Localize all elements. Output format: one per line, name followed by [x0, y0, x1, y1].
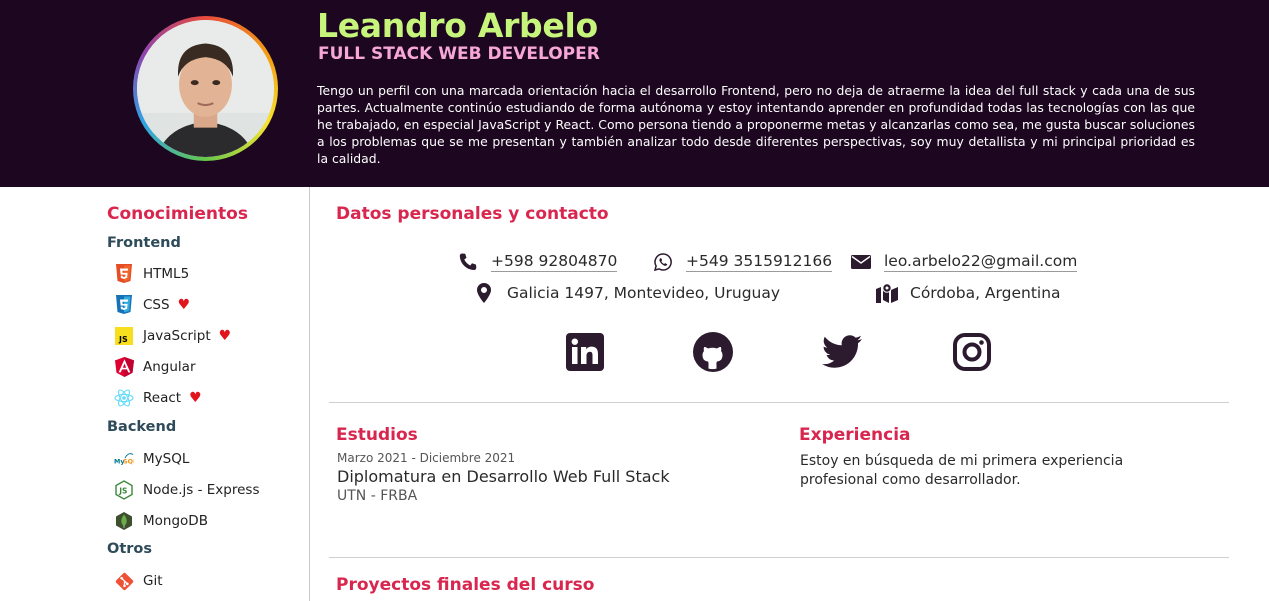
city-contact: Córdoba, Argentina: [876, 282, 1061, 304]
skill-label: React: [143, 390, 182, 406]
skill-react: React ♥: [114, 388, 202, 408]
studies-institution: UTN - FRBA: [337, 488, 418, 504]
skill-mongodb: MongoDB: [114, 511, 208, 531]
skill-label: CSS: [143, 297, 170, 313]
address-text: Galicia 1497, Montevideo, Uruguay: [507, 284, 781, 302]
svg-text:JS: JS: [118, 487, 127, 496]
heart-icon: ♥: [177, 297, 191, 313]
category-frontend: Frontend: [107, 235, 181, 251]
skill-label: HTML5: [143, 266, 190, 282]
skill-mysql: MySQL MySQL: [114, 449, 189, 469]
mysql-icon: MySQL: [114, 449, 134, 469]
skill-html5: HTML5: [114, 264, 189, 284]
category-others: Otros: [107, 541, 153, 557]
profile-bio: Tengo un perfil con una marcada orientac…: [317, 83, 1195, 166]
skill-label: JavaScript: [143, 328, 211, 344]
whatsapp-contact[interactable]: +549 3515912166: [652, 251, 833, 273]
angular-icon: [114, 357, 134, 377]
email-contact[interactable]: leo.arbelo22@gmail.com: [850, 251, 1078, 273]
skill-javascript: JS JavaScript ♥: [114, 326, 231, 346]
whatsapp-link[interactable]: +549 3515912166: [686, 252, 833, 272]
city-text: Córdoba, Argentina: [910, 284, 1061, 302]
projects-title: Proyectos finales del curso: [336, 575, 595, 595]
section-divider: [329, 557, 1229, 558]
svg-text:SQL: SQL: [123, 459, 134, 466]
profile-role: FULL STACK WEB DEVELOPER: [318, 44, 600, 64]
studies-date: Marzo 2021 - Diciembre 2021: [337, 451, 516, 465]
skill-label: MongoDB: [143, 513, 208, 529]
whatsapp-icon: [652, 251, 674, 273]
react-icon: [114, 388, 134, 408]
skill-css: CSS ♥: [114, 295, 190, 315]
profile-header: Leandro Arbelo FULL STACK WEB DEVELOPER …: [0, 0, 1269, 187]
linkedin-link[interactable]: [565, 332, 605, 372]
instagram-link[interactable]: [952, 332, 992, 372]
avatar-ring: [133, 16, 278, 161]
map-pin-icon: [473, 282, 495, 304]
avatar-photo: [137, 20, 274, 157]
profile-name: Leandro Arbelo: [317, 6, 598, 45]
git-icon: [114, 571, 134, 591]
skill-angular: Angular: [114, 357, 196, 377]
skill-label: Node.js - Express: [143, 482, 260, 498]
phone-icon: [457, 251, 479, 273]
envelope-icon: [850, 251, 872, 273]
experience-title: Experiencia: [799, 425, 911, 445]
twitter-link[interactable]: [822, 332, 862, 372]
twitter-icon: [822, 335, 862, 368]
instagram-icon: [953, 333, 991, 371]
skill-label: Git: [143, 573, 163, 589]
map-marked-icon: [876, 282, 898, 304]
address-contact: Galicia 1497, Montevideo, Uruguay: [473, 282, 780, 304]
skill-nodejs: JS Node.js - Express: [114, 480, 259, 500]
email-link[interactable]: leo.arbelo22@gmail.com: [884, 252, 1078, 272]
skill-label: MySQL: [143, 451, 190, 467]
avatar: [137, 20, 274, 157]
nodejs-icon: JS: [114, 480, 134, 500]
linkedin-icon: [566, 333, 604, 371]
studies-title: Estudios: [336, 425, 418, 445]
phone-link[interactable]: +598 92804870: [491, 252, 618, 272]
heart-icon: ♥: [218, 328, 232, 344]
category-backend: Backend: [107, 419, 177, 435]
skills-sidebar: Conocimientos Frontend HTML5 CSS ♥ JS Ja…: [0, 187, 310, 601]
section-divider: [329, 402, 1229, 403]
mongodb-icon: [114, 511, 134, 531]
phone-contact[interactable]: +598 92804870: [457, 251, 618, 273]
experience-text: Estoy en búsqueda de mi primera experien…: [800, 453, 1124, 488]
skill-git: Git: [114, 571, 163, 591]
studies-degree: Diplomatura en Desarrollo Web Full Stack: [337, 467, 670, 486]
svg-text:JS: JS: [118, 335, 128, 344]
contact-title: Datos personales y contacto: [336, 204, 609, 224]
javascript-icon: JS: [114, 326, 134, 346]
skills-title: Conocimientos: [107, 204, 248, 224]
github-icon: [693, 332, 733, 372]
css3-icon: [114, 295, 134, 315]
skill-label: Angular: [143, 359, 196, 375]
html5-icon: [114, 264, 134, 284]
github-link[interactable]: [693, 332, 733, 372]
heart-icon: ♥: [189, 390, 202, 406]
